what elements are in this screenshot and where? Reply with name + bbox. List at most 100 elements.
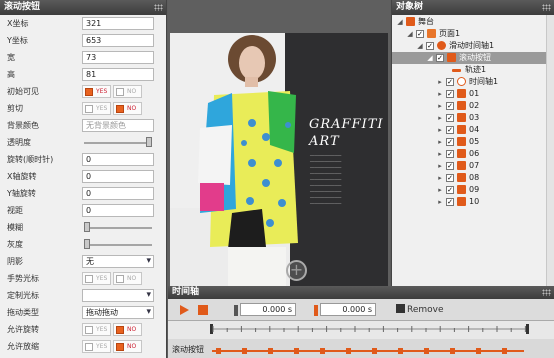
allow-zoom-yes-toggle[interactable]: YES [82, 340, 111, 353]
width-input[interactable]: 73 [82, 51, 154, 64]
keyframe-marker[interactable] [268, 348, 273, 354]
tree-scrollbar[interactable] [546, 15, 554, 286]
keyframe-marker[interactable] [320, 348, 325, 354]
expand-triangle-icon[interactable]: ▸ [436, 184, 444, 196]
tree-node-track[interactable]: 轨迹1 [392, 64, 554, 76]
visibility-checkbox[interactable]: ✓ [446, 174, 454, 182]
add-icon[interactable]: + [286, 260, 307, 281]
collapse-triangle-icon[interactable]: ◢ [406, 28, 414, 40]
expand-triangle-icon[interactable]: ▸ [436, 160, 444, 172]
tree-node-scroll-button[interactable]: ◢ ✓ 滚动按钮 [392, 52, 554, 64]
grayscale-slider-handle[interactable] [84, 239, 90, 249]
visibility-checkbox[interactable]: ✓ [446, 126, 454, 134]
tree-node-image-02[interactable]: ▸ ✓ 02 [392, 100, 554, 112]
expand-triangle-icon[interactable]: ▸ [436, 136, 444, 148]
visibility-checkbox[interactable]: ✓ [446, 186, 454, 194]
keyframe-marker[interactable] [216, 348, 221, 354]
tree-node-image-08[interactable]: ▸ ✓ 08 [392, 172, 554, 184]
x-rotate-input[interactable]: 0 [82, 170, 154, 183]
visibility-checkbox[interactable]: ✓ [446, 138, 454, 146]
tree-node-timeline[interactable]: ▸ ✓ 时间轴1 [392, 76, 554, 88]
collapse-triangle-icon[interactable]: ◢ [416, 40, 424, 52]
play-icon[interactable] [180, 305, 189, 315]
tree-node-image-05[interactable]: ▸ ✓ 05 [392, 136, 554, 148]
expand-triangle-icon[interactable]: ▸ [436, 112, 444, 124]
visibility-checkbox[interactable]: ✓ [446, 198, 454, 206]
tree-node-image-09[interactable]: ▸ ✓ 09 [392, 184, 554, 196]
hand-cursor-no-toggle[interactable]: NO [113, 272, 142, 285]
timeline-track[interactable] [168, 339, 554, 358]
keyframe-marker[interactable] [502, 348, 507, 354]
visibility-checkbox[interactable]: ✓ [446, 102, 454, 110]
hand-cursor-yes-toggle[interactable]: YES [82, 272, 111, 285]
page-canvas[interactable]: GRAFFITI ART ───────────── ───────────── ─… [170, 33, 388, 286]
tree-node-image-07[interactable]: ▸ ✓ 07 [392, 160, 554, 172]
expand-triangle-icon[interactable]: ▸ [436, 88, 444, 100]
background-color-input[interactable]: 无背景颜色 [82, 119, 154, 132]
tree-node-image-06[interactable]: ▸ ✓ 06 [392, 148, 554, 160]
stage-area[interactable]: GRAFFITI ART ───────────── ───────────── ─… [168, 0, 390, 286]
panel-grip-icon[interactable] [542, 289, 551, 296]
y-coordinate-input[interactable]: 653 [82, 34, 154, 47]
keyframe-marker[interactable] [398, 348, 403, 354]
tree-node-slide-timeline[interactable]: ◢ ✓ 滑动时间轴1 [392, 40, 554, 52]
y-rotate-input[interactable]: 0 [82, 187, 154, 200]
keyframe-marker[interactable] [294, 348, 299, 354]
remove-button[interactable]: Remove [396, 304, 444, 315]
tree-node-image-04[interactable]: ▸ ✓ 04 [392, 124, 554, 136]
blur-slider[interactable] [84, 222, 152, 232]
start-time-input[interactable]: 0.000 s [234, 303, 296, 316]
panel-grip-icon[interactable] [542, 4, 551, 11]
clip-yes-toggle[interactable]: YES [82, 102, 111, 115]
view-distance-input[interactable]: 0 [82, 204, 154, 217]
end-time-input[interactable]: 0.000 s [314, 303, 376, 316]
expand-triangle-icon[interactable]: ▸ [436, 124, 444, 136]
tree-node-image-01[interactable]: ▸ ✓ 01 [392, 88, 554, 100]
visibility-checkbox[interactable]: ✓ [416, 30, 424, 38]
stop-icon[interactable] [198, 305, 208, 315]
timeline-ruler[interactable] [210, 324, 552, 334]
tree-node-image-10[interactable]: ▸ ✓ 10 [392, 196, 554, 208]
panel-grip-icon[interactable] [154, 4, 163, 11]
opacity-slider-handle[interactable] [146, 137, 152, 147]
keyframe-marker[interactable] [424, 348, 429, 354]
tree-node-page[interactable]: ◢ ✓ 页面1 [392, 28, 554, 40]
expand-triangle-icon[interactable]: ▸ [436, 100, 444, 112]
clip-no-toggle[interactable]: NO [113, 102, 142, 115]
blur-slider-handle[interactable] [84, 222, 90, 232]
keyframe-marker[interactable] [242, 348, 247, 354]
x-coordinate-input[interactable]: 321 [82, 17, 154, 30]
visibility-checkbox[interactable]: ✓ [446, 78, 454, 86]
opacity-slider[interactable] [84, 137, 152, 147]
rotation-input[interactable]: 0 [82, 153, 154, 166]
expand-triangle-icon[interactable]: ▸ [436, 148, 444, 160]
collapse-triangle-icon[interactable]: ◢ [426, 52, 434, 64]
collapse-triangle-icon[interactable]: ◢ [396, 16, 404, 28]
grayscale-slider[interactable] [84, 239, 152, 249]
tree-node-image-03[interactable]: ▸ ✓ 03 [392, 112, 554, 124]
keyframe-marker[interactable] [346, 348, 351, 354]
expand-triangle-icon[interactable]: ▸ [436, 76, 444, 88]
initial-visible-no-toggle[interactable]: NO [113, 85, 142, 98]
custom-cursor-select[interactable] [82, 289, 154, 302]
visibility-checkbox[interactable]: ✓ [436, 54, 444, 62]
expand-triangle-icon[interactable]: ▸ [436, 196, 444, 208]
visibility-checkbox[interactable]: ✓ [446, 150, 454, 158]
keyframe-marker[interactable] [372, 348, 377, 354]
visibility-checkbox[interactable]: ✓ [446, 90, 454, 98]
keyframe-marker[interactable] [450, 348, 455, 354]
drag-type-select[interactable]: 拖动拖动 [82, 306, 154, 319]
initial-visible-yes-toggle[interactable]: YES [82, 85, 111, 98]
expand-triangle-icon[interactable]: ▸ [436, 172, 444, 184]
keyframe-marker[interactable] [476, 348, 481, 354]
shadow-select[interactable]: 无 [82, 255, 154, 268]
visibility-checkbox[interactable]: ✓ [446, 162, 454, 170]
start-marker-icon [234, 305, 238, 316]
allow-rotate-yes-toggle[interactable]: YES [82, 323, 111, 336]
height-input[interactable]: 81 [82, 68, 154, 81]
tree-node-stage[interactable]: ◢ 舞台 [392, 16, 554, 28]
visibility-checkbox[interactable]: ✓ [426, 42, 434, 50]
allow-rotate-no-toggle[interactable]: NO [113, 323, 142, 336]
allow-zoom-no-toggle[interactable]: NO [113, 340, 142, 353]
visibility-checkbox[interactable]: ✓ [446, 114, 454, 122]
